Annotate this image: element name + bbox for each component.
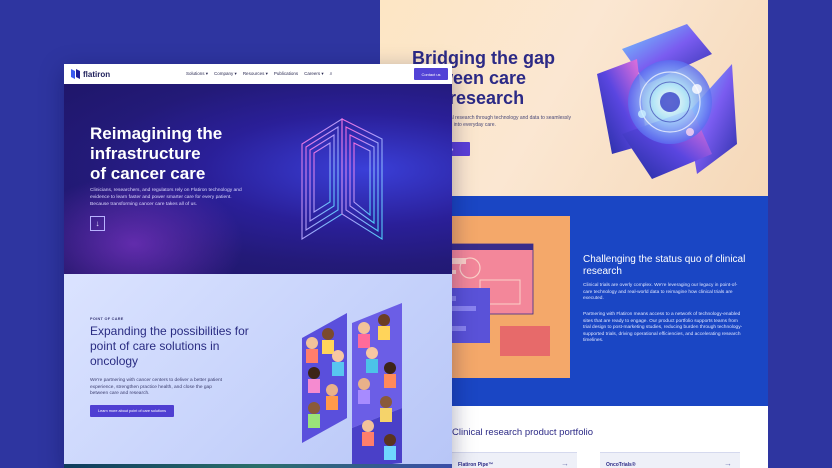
search-icon[interactable]: ⌕ — [330, 71, 333, 77]
contact-us-button[interactable]: Contact us — [414, 68, 448, 80]
poc-description: We're partnering with cancer centers to … — [90, 378, 223, 396]
challenge-title: Challenging the status quo of clinical r… — [583, 254, 746, 277]
poc-title: Expanding the possibilities for point of… — [90, 324, 249, 368]
people-illustration — [302, 303, 402, 464]
portfolio-card-label: Flatiron Pipe™ — [458, 462, 494, 468]
poc-learn-more-button[interactable]: Learn more about point of care solutions — [90, 405, 174, 417]
arrow-right-icon: → — [724, 459, 732, 468]
front-page-preview: flatiron Solutions ▾ Company ▾ Resources… — [64, 64, 452, 468]
portfolio-card-label: OncoTrials® — [606, 462, 636, 468]
nav-item-solutions[interactable]: Solutions ▾ — [186, 71, 208, 77]
flatiron-logo-icon — [71, 69, 80, 79]
nav-item-company[interactable]: Company ▾ — [214, 71, 237, 77]
poc-eyebrow: POINT OF CARE — [90, 317, 124, 321]
hero-description: Clinicians, researchers, and regulators … — [90, 188, 242, 207]
hero-neon-illustration — [301, 118, 383, 240]
arrow-right-icon: → — [561, 459, 569, 468]
nav-item-careers[interactable]: Careers ▾ — [304, 71, 324, 77]
nav-item-resources[interactable]: Resources ▾ — [243, 71, 268, 77]
flatiron-logo[interactable]: flatiron — [71, 69, 110, 79]
hero-title-line-3: of cancer care — [90, 164, 206, 183]
nav-item-publications[interactable]: Publications — [274, 71, 298, 77]
arrow-down-icon: ↓ — [95, 219, 100, 228]
scroll-down-button[interactable]: ↓ — [90, 216, 105, 231]
hero-title-line-2: infrastructure — [90, 144, 201, 163]
portfolio-title: Clinical research product portfolio — [452, 427, 593, 438]
next-section-edge — [64, 464, 452, 468]
portfolio-card-oncotrials[interactable]: OncoTrials® → — [600, 452, 740, 468]
point-of-care-section: POINT OF CARE Expanding the possibilitie… — [64, 274, 452, 464]
top-navigation: flatiron Solutions ▾ Company ▾ Resources… — [64, 64, 452, 84]
hero-section: Reimagining the infrastructure of cancer… — [64, 84, 452, 274]
hero-title-line-1: Reimagining the — [90, 124, 223, 143]
challenge-paragraph-1: Clinical trials are overly complex. We'r… — [583, 283, 738, 301]
nav-menu: Solutions ▾ Company ▾ Resources ▾ Public… — [186, 71, 332, 77]
hero-title: Reimagining the infrastructure of cancer… — [90, 124, 260, 184]
portfolio-card-pipe[interactable]: Flatiron Pipe™ → — [452, 452, 577, 468]
challenge-paragraph-2: Partnering with Flatiron means access to… — [583, 312, 743, 343]
research-hero-illustration — [597, 24, 737, 179]
logo-text: flatiron — [83, 69, 111, 79]
